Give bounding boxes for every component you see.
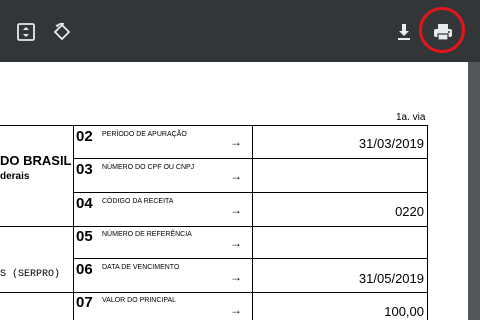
column-line: [73, 125, 74, 320]
field-number: 04: [76, 195, 93, 212]
left-subtitle: derais: [0, 171, 30, 182]
left-title: DO BRASIL: [0, 153, 72, 168]
via-label: 1a. via: [396, 112, 426, 123]
field-number: 05: [76, 228, 93, 245]
row-line: [73, 158, 428, 159]
print-icon[interactable]: [431, 20, 455, 44]
field-value: 31/03/2019: [358, 136, 424, 151]
field-label: NÚMERO DO CPF OU CNPJ: [102, 164, 195, 171]
arrow-icon: →: [230, 236, 242, 250]
field-label: DATA DE VENCIMENTO: [102, 264, 180, 271]
field-value: 31/05/2019: [358, 271, 424, 286]
document-page: 1a. via DO BRASIL derais S (SERPRO) 02 P…: [0, 62, 468, 320]
field-label: PERÍODO DE APURAÇÃO: [102, 131, 187, 138]
row-line: [0, 292, 428, 293]
fit-page-icon[interactable]: [14, 20, 38, 44]
row-line: [0, 226, 428, 227]
field-number: 03: [76, 161, 93, 178]
field-number: 07: [76, 294, 93, 311]
arrow-icon: →: [230, 270, 242, 284]
rotate-icon[interactable]: [50, 20, 74, 44]
row-line: [73, 258, 428, 259]
field-label: CÓDIGO DA RECEITA: [102, 198, 174, 205]
arrow-icon: →: [230, 203, 242, 217]
field-value: 100,00: [384, 304, 424, 319]
row-line: [0, 125, 428, 126]
pdf-viewer-toolbar: [0, 0, 480, 62]
field-label: VALOR DO PRINCIPAL: [102, 297, 177, 304]
field-label: NÚMERO DE REFERÊNCIA: [102, 231, 192, 238]
arrow-icon: →: [230, 135, 242, 149]
field-number: 02: [76, 128, 93, 145]
left-org: S (SERPRO): [0, 269, 61, 280]
row-line: [73, 192, 428, 193]
arrow-icon: →: [230, 303, 242, 317]
column-line: [427, 125, 428, 320]
column-line: [252, 125, 253, 320]
viewer-gutter: [468, 62, 480, 320]
download-icon[interactable]: [392, 20, 416, 44]
field-value: 0220: [395, 204, 424, 219]
arrow-icon: →: [230, 169, 242, 183]
field-number: 06: [76, 261, 93, 278]
